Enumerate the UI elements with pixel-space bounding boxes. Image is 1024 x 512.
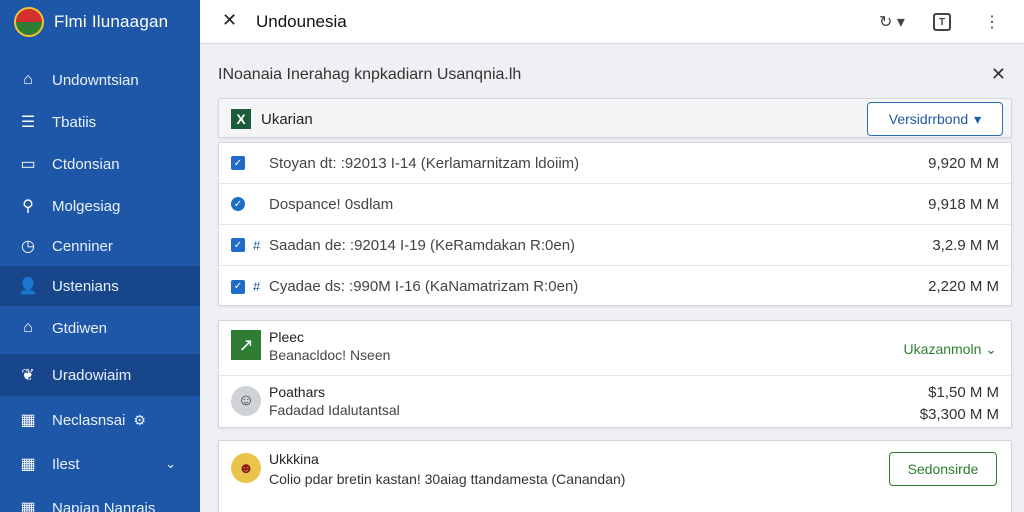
caret-down-icon: ▾ [974,110,982,127]
amount-primary: $1,50 M M [928,384,999,401]
row-text: Saadan de: :92014 I-19 (KeRamdakan R:0en… [269,236,576,254]
window-icon: ▭ [20,156,36,173]
sidebar-item-lock[interactable]: ⌂ Gtdiwen [0,308,200,348]
section-header: X Ukarian Versidrrbond ▾ [218,98,1012,138]
sidebar-item-bird[interactable]: ❦ Uradowiaim [0,354,200,396]
sidebar-item-label: Gtdiwen [52,319,108,337]
lock-icon: ⌂ [23,319,33,336]
chevron-down-icon: ⌄ [985,341,997,357]
list-item[interactable]: ☺ Poathars Fadadad Idalutantsal $1,50 M … [219,375,1011,429]
sidebar-item-home[interactable]: ⌂ Undowntsian [0,60,200,100]
grid-icon: ▦ [20,412,36,429]
account-title: Pleec [269,329,305,345]
action-button[interactable]: Sedonsirde [889,452,997,486]
top-bar: ✕ Undounesia ↻ ▾ T ⋮ [200,0,1024,44]
checkbox-checked[interactable]: ✓ [231,238,245,252]
sidebar-item-label: Napian Nanrais [52,499,156,512]
button-label: Versidrrbond [888,111,969,127]
gear-icon: ⚙ [133,411,146,428]
bird-icon: ❦ [21,367,35,384]
sidebar-item-users[interactable]: 👤 Ustenians [0,266,200,306]
grid-icon: ▦ [20,500,36,512]
sidebar-item-grid-3[interactable]: ▦ Napian Nanrais [0,488,200,512]
grid-icon: ▦ [20,456,36,473]
row-value: 2,220 M M [928,278,999,295]
sidebar-item-label: Undowntsian [52,71,139,89]
row-value: 3,2.9 M M [932,236,999,254]
sidebar-item-label: Ctdonsian [52,155,120,173]
text-box-button[interactable]: T [928,8,956,36]
account-dropdown-link[interactable]: Ukazanmoln ⌄ [904,341,997,358]
account-subtitle: Beanacldoc! Nseen [269,347,391,363]
sidebar-item-grid-2[interactable]: ▦ Ilest ⌄ [0,444,200,484]
link-label: Ukazanmoln [903,341,982,357]
panel-title: INoanaia Inerahag knpkadiarn Usanqnia.lh [218,66,522,83]
sidebar-item-grid-1[interactable]: ▦ Neclasnsai ⚙ [0,400,200,440]
chevron-down-icon[interactable]: ⌄ [165,456,176,472]
accounts-card: ↗ Pleec Beanacldoc! Nseen Ukazanmoln ⌄ ☺… [218,320,1012,428]
sidebar-item-label: Cenniner [52,237,113,255]
row-value: 9,918 M M [928,195,999,213]
sidebar-item-label: Molgesiag [52,197,121,215]
item-title: Ukkkina [269,451,319,467]
home-icon: ⌂ [23,71,33,88]
top-actions: ↻ ▾ T ⋮ [878,8,1006,36]
user-icon: 👤 [18,278,38,295]
checkbox-checked[interactable]: ✓ [231,279,245,294]
mascot-avatar: ☻ [231,453,261,483]
account-subtitle: Fadadad Idalutantsal [269,402,400,418]
transaction-list: ✓ Stoyan dt: :92013 I-14 (Kerlamarnitzam… [218,142,1012,306]
brand[interactable]: Flmi Ilunaagan [0,0,200,44]
sidebar-item-window[interactable]: ▭ Ctdonsian [0,144,200,184]
account-title: Poathars [269,384,326,400]
sidebar-item-label: Tbatiis [52,113,97,131]
sidebar-item-label: Ilest [52,455,80,473]
table-row[interactable]: ✓ Stoyan dt: :92013 I-14 (Kerlamarnitzam… [219,143,1011,184]
text-icon: T [933,13,951,31]
row-text: Cyadae ds: :990M I-16 (KaNamatrizam R:0e… [269,278,579,295]
row-text: Dospance! 0sdlam [269,195,394,213]
list-icon: ☰ [20,114,36,131]
list-item[interactable]: ↗ Pleec Beanacldoc! Nseen Ukazanmoln ⌄ [219,321,1011,375]
section-label: Ukarian [261,111,313,128]
more-icon[interactable]: ⋮ [978,8,1006,36]
radio-checked[interactable]: ✓ [231,197,245,211]
app-title: Flmi Ilunaagan [54,12,169,31]
sidebar-item-search[interactable]: ⚲ Molgesiag [0,186,200,226]
sidebar-item-clock[interactable]: ◷ Cenniner [0,226,200,266]
item-subtitle: Colio pdar bretin kastan! 30aiag ttandam… [269,471,626,487]
version-dropdown-button[interactable]: Versidrrbond ▾ [867,102,1003,136]
sidebar-item-label: Ustenians [52,277,119,295]
hash-icon: # [253,237,261,253]
trend-chart-icon: ↗ [231,330,261,360]
table-row[interactable]: ✓ # Saadan de: :92014 I-19 (KeRamdakan R… [219,225,1011,266]
amount-secondary: $3,300 M M [919,406,999,423]
sidebar-item-list[interactable]: ☰ Tbatiis [0,102,200,142]
sidebar-item-label: Neclasnsai [52,411,126,429]
flag-logo-icon [14,7,44,37]
search-icon: ⚲ [22,198,34,215]
row-text: Stoyan dt: :92013 I-14 (Kerlamarnitzam l… [269,154,580,172]
x-logo-icon: X [231,109,251,129]
clock-icon: ◷ [21,238,35,255]
page-title: Undounesia [256,12,347,31]
sidebar: Flmi Ilunaagan ⌂ Undowntsian ☰ Tbatiis ▭… [0,0,200,512]
row-value: 9,920 M M [928,154,999,172]
history-icon[interactable]: ↻ ▾ [878,8,906,36]
close-icon[interactable]: ✕ [991,64,1006,85]
checkbox-checked[interactable]: ✓ [231,156,245,170]
bottom-card: ☻ Ukkkina Colio pdar bretin kastan! 30ai… [218,440,1012,512]
avatar: ☺ [231,386,261,416]
table-row[interactable]: ✓ # Cyadae ds: :990M I-16 (KaNamatrizam … [219,266,1011,307]
close-icon[interactable]: ✕ [222,10,237,31]
table-row[interactable]: ✓ Dospance! 0sdlam 9,918 M M [219,184,1011,225]
hash-icon: # [253,279,261,294]
sidebar-item-label: Uradowiaim [52,366,132,384]
